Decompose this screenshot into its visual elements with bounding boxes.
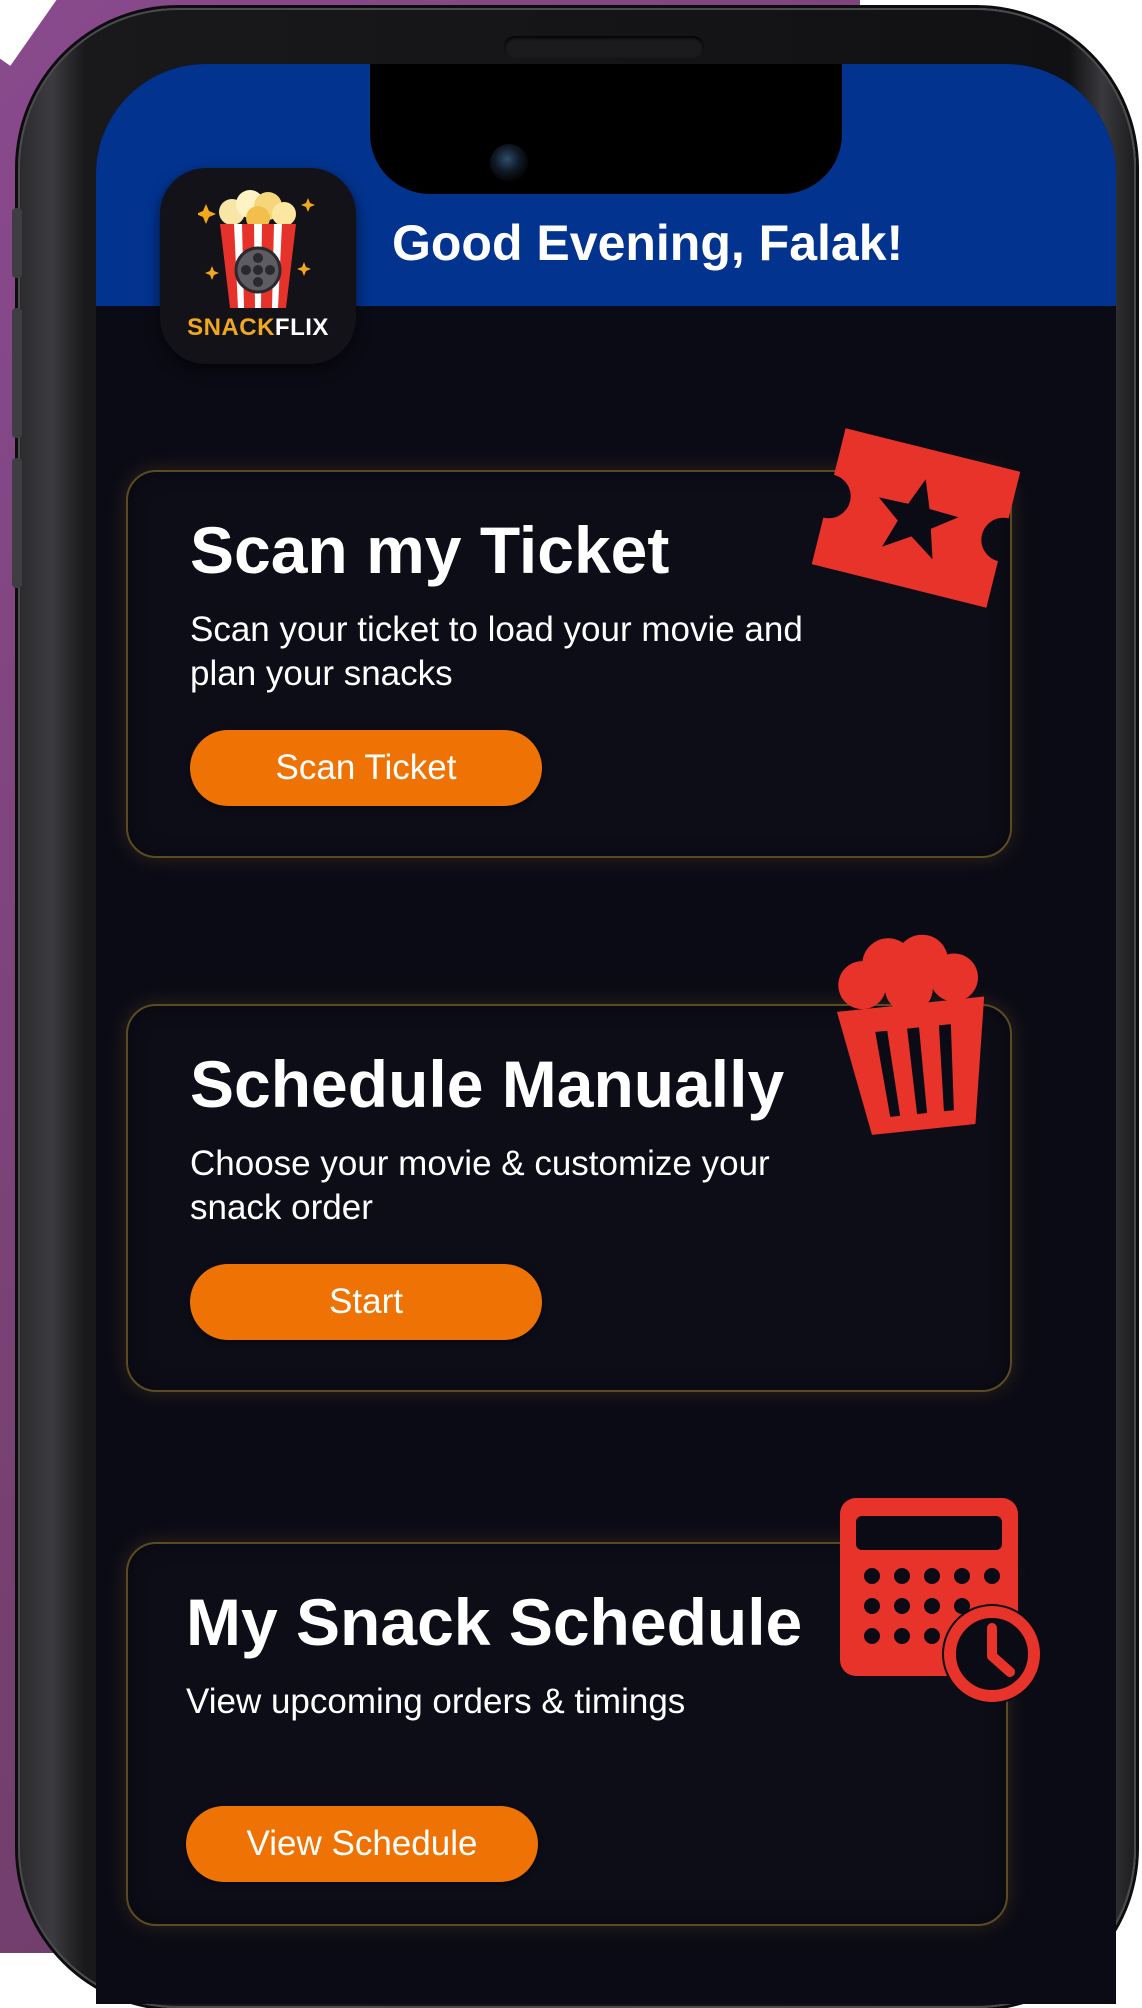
calendar-clock-icon xyxy=(840,1498,1042,1704)
popcorn-reel-icon xyxy=(198,190,315,308)
greeting-title: Good Evening, Falak! xyxy=(392,215,904,271)
card-description: Choose your movie & customize your snack… xyxy=(190,1144,770,1227)
notch xyxy=(370,64,842,194)
app-logo-wordmark: SNACKFLIX xyxy=(160,314,356,342)
app-screen: SNACKFLIX Good Evening, Falak! Scan my T… xyxy=(96,64,1116,2004)
view-schedule-button[interactable]: View Schedule xyxy=(186,1806,538,1882)
start-button[interactable]: Start xyxy=(190,1264,542,1340)
app-logo: SNACKFLIX xyxy=(160,168,356,364)
front-camera xyxy=(490,144,528,182)
card-title: Schedule Manually xyxy=(190,1047,785,1121)
volume-down-button xyxy=(12,458,22,588)
mute-switch xyxy=(12,208,22,278)
phone-speaker xyxy=(504,36,704,58)
card-description: View upcoming orders & timings xyxy=(186,1682,686,1721)
scan-ticket-button[interactable]: Scan Ticket xyxy=(190,730,542,806)
logo-text-flix: FLIX xyxy=(274,314,329,341)
card-title: My Snack Schedule xyxy=(186,1585,803,1659)
card-description: Scan your ticket to load your movie and … xyxy=(190,610,803,693)
volume-up-button xyxy=(12,308,22,438)
ticket-star-icon xyxy=(811,428,1021,608)
popcorn-bucket-icon xyxy=(836,934,985,1135)
phone-frame: SNACKFLIX Good Evening, Falak! Scan my T… xyxy=(12,8,1136,2008)
card-title: Scan my Ticket xyxy=(190,513,670,587)
logo-text-snack: SNACK xyxy=(187,314,275,341)
